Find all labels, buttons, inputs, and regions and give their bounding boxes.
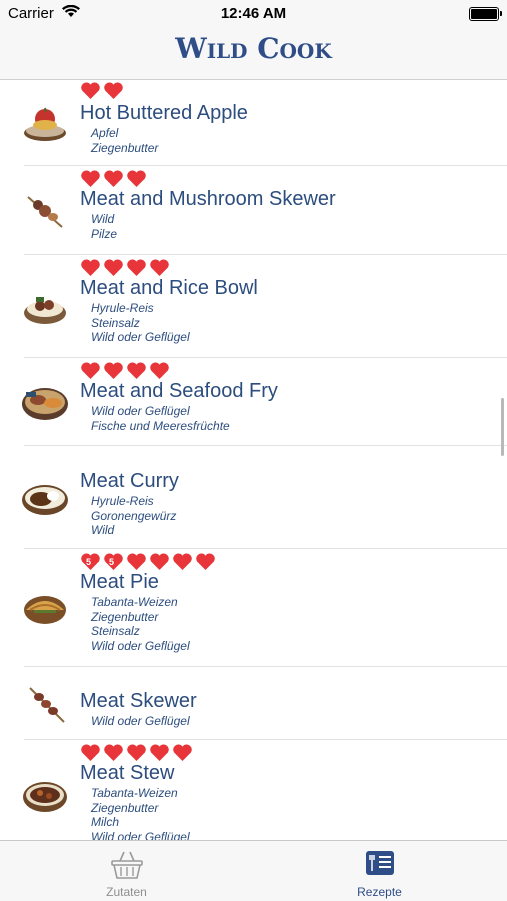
ingredient-item: Wild: [91, 212, 115, 226]
heart-badge: 5: [86, 557, 92, 567]
recipe-thumbnail: [29, 687, 65, 723]
recipe-title: Meat Skewer: [80, 690, 197, 712]
ingredient-item: Wild oder Geflügel: [91, 829, 190, 841]
heart-rating: [80, 259, 170, 277]
ingredient-item: Tabanta-Weizen: [91, 786, 178, 800]
scroll-indicator[interactable]: [501, 398, 504, 456]
ingredient-item: Milch: [91, 815, 120, 829]
heart-rating: [80, 744, 193, 762]
heart-icon: [80, 170, 101, 188]
recipe-title: Meat Stew: [80, 762, 175, 784]
ingredient-list: Wild oder Geflügel: [91, 714, 190, 729]
recipe-list[interactable]: Hot Buttered Apple Apfel Ziegenbutter Meat …: [0, 80, 507, 840]
ingredient-item: Pilze: [91, 226, 118, 241]
heart-rating: 55: [80, 553, 216, 571]
recipe-row[interactable]: Meat Curry Hyrule-Reis Goronengewürz Wild: [0, 446, 507, 549]
ingredient-item: Apfel: [91, 126, 119, 140]
recipe-book-icon: [366, 851, 394, 875]
recipe-title: Meat and Rice Bowl: [80, 277, 258, 299]
heart-icon: [103, 744, 124, 762]
ingredient-list: Hyrule-Reis Goronengewürz Wild: [91, 494, 176, 538]
recipe-title: Meat Curry: [80, 470, 179, 492]
recipe-thumbnail: [24, 596, 66, 624]
heart-icon: [149, 744, 170, 762]
recipe-title: Hot Buttered Apple: [80, 102, 248, 124]
clock: 12:46 AM: [220, 5, 287, 22]
ingredient-item: Steinsalz: [91, 624, 140, 638]
tab-label-zutaten: Zutaten: [106, 885, 147, 899]
heart-icon: [149, 259, 170, 277]
app-logo: Wild Cook: [175, 32, 332, 65]
heart-icon: [126, 170, 147, 188]
heart-icon: 5: [103, 553, 124, 571]
recipe-thumbnail: [22, 485, 68, 515]
tab-bar: Zutaten Rezepte: [0, 840, 507, 901]
tab-rezepte[interactable]: Rezepte: [253, 841, 506, 901]
heart-icon: [103, 259, 124, 277]
ingredient-item: Ziegenbutter: [91, 140, 159, 155]
ingredient-item: Ziegenbutter: [91, 609, 159, 624]
heart-icon: [149, 553, 170, 571]
recipe-thumbnail: [24, 297, 66, 324]
status-bar: Carrier 12:46 AM: [0, 0, 507, 26]
heart-icon: [103, 362, 124, 380]
heart-rating: [80, 82, 124, 100]
heart-badge: 5: [109, 557, 115, 567]
heart-icon: [149, 362, 170, 380]
recipe-row[interactable]: 5 5 Meat Pie Tabanta-Weizen Ziegenbutter Stei…: [0, 549, 507, 667]
basket-icon: [111, 851, 143, 879]
ingredient-list: Tabanta-Weizen Ziegenbutter Steinsalz Wild …: [91, 595, 190, 653]
ingredient-list: Apfel Ziegenbutter: [91, 126, 158, 155]
tab-zutaten[interactable]: Zutaten: [0, 841, 253, 901]
navigation-bar: Wild Cook: [0, 26, 507, 80]
heart-rating: [80, 362, 170, 380]
ingredient-item: Hyrule-Reis: [91, 301, 154, 315]
recipe-row[interactable]: Meat and Mushroom Skewer Wild Pilze: [0, 166, 507, 255]
recipe-row[interactable]: Meat Skewer Wild oder Geflügel: [0, 667, 507, 740]
heart-icon: [80, 362, 101, 380]
heart-icon: [80, 82, 101, 100]
ingredient-item: Goronengewürz: [91, 508, 177, 523]
ingredient-list: Tabanta-Weizen Ziegenbutter Milch Wild oder…: [91, 786, 190, 840]
heart-icon: [126, 553, 147, 571]
ingredient-item: Hyrule-Reis: [91, 494, 154, 508]
heart-icon: [126, 744, 147, 762]
heart-icon: [126, 362, 147, 380]
recipe-title: Meat and Mushroom Skewer: [80, 188, 336, 210]
heart-icon: [195, 553, 216, 571]
recipe-thumbnail: [24, 107, 66, 141]
heart-rating: [80, 170, 147, 188]
heart-icon: 5: [80, 553, 101, 571]
ingredient-item: Fische und Meeresfrüchte: [91, 418, 230, 433]
recipe-title: Meat and Seafood Fry: [80, 380, 278, 402]
recipe-row[interactable]: Meat and Rice Bowl Hyrule-Reis Steinsalz Wi…: [0, 255, 507, 358]
recipe-title: Meat Pie: [80, 571, 159, 593]
ingredient-item: Wild oder Geflügel: [91, 714, 190, 728]
heart-icon: [103, 82, 124, 100]
ingredient-item: Wild oder Geflügel: [91, 404, 190, 418]
ingredient-item: Wild oder Geflügel: [91, 330, 190, 344]
recipe-thumbnail: [22, 388, 68, 420]
recipe-row[interactable]: Meat and Seafood Fry Wild oder Geflügel Fi…: [0, 358, 507, 446]
ingredient-item: Wild: [91, 523, 115, 537]
tab-label-rezepte: Rezepte: [357, 885, 402, 899]
recipe-thumbnail: [27, 196, 63, 228]
ingredient-list: Wild oder Geflügel Fische und Meeresfrüch…: [91, 404, 230, 433]
ingredient-list: Hyrule-Reis Steinsalz Wild oder Geflügel: [91, 301, 190, 345]
heart-icon: [80, 744, 101, 762]
ingredient-item: Tabanta-Weizen: [91, 595, 178, 609]
recipe-row[interactable]: Meat Stew Tabanta-Weizen Ziegenbutter Milch…: [0, 740, 507, 840]
battery-icon: [469, 7, 502, 21]
heart-icon: [172, 744, 193, 762]
heart-icon: [80, 259, 101, 277]
recipe-row[interactable]: Hot Buttered Apple Apfel Ziegenbutter: [0, 80, 507, 166]
heart-icon: [103, 170, 124, 188]
ingredient-item: Wild oder Geflügel: [91, 638, 190, 653]
recipe-thumbnail: [23, 782, 67, 812]
ingredient-item: Ziegenbutter: [91, 800, 159, 815]
ingredient-list: Wild Pilze: [91, 212, 117, 241]
heart-icon: [126, 259, 147, 277]
ingredient-item: Steinsalz: [91, 315, 140, 330]
heart-icon: [172, 553, 193, 571]
